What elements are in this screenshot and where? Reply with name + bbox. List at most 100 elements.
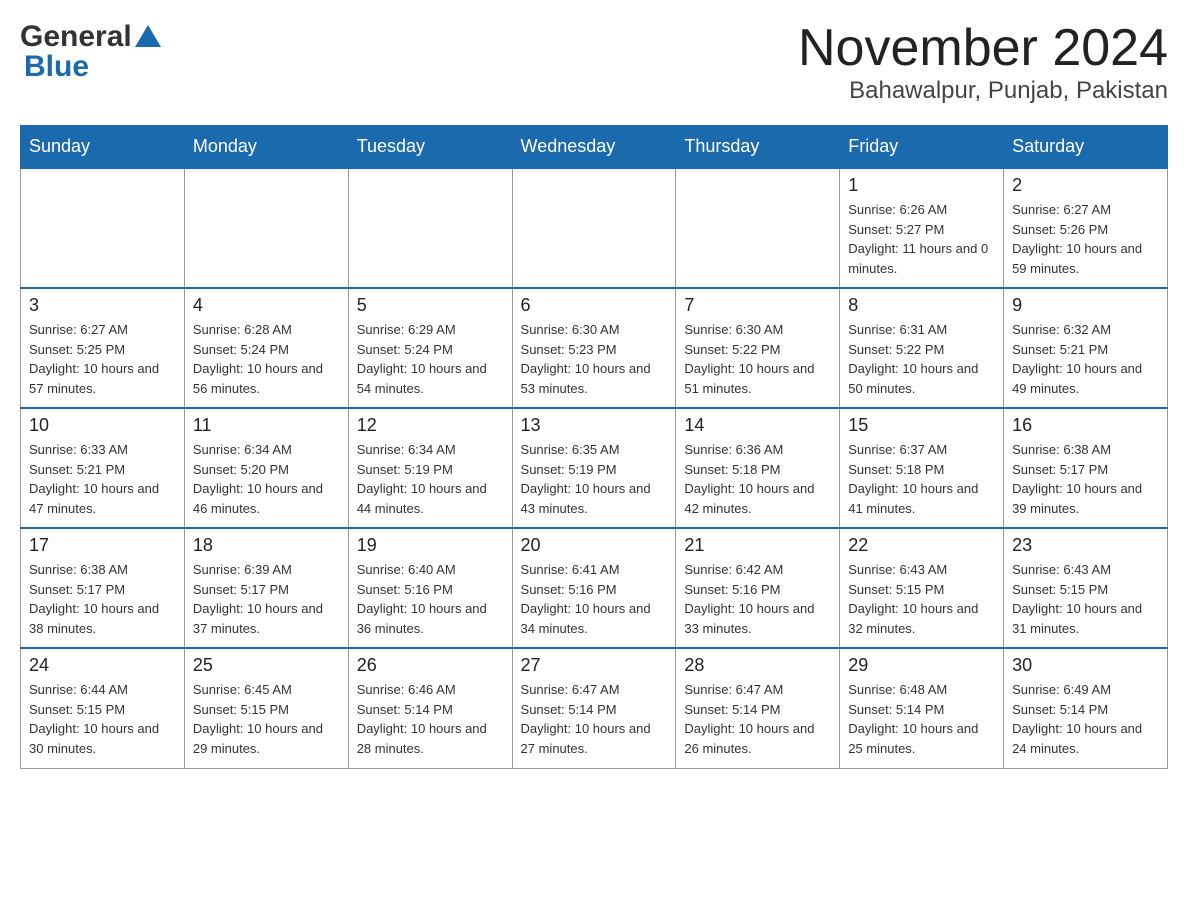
calendar-cell (21, 168, 185, 288)
day-number: 15 (848, 415, 995, 436)
day-of-week-header: Friday (840, 126, 1004, 169)
day-info: Sunrise: 6:46 AM Sunset: 5:14 PM Dayligh… (357, 680, 504, 758)
calendar-cell: 17 Sunrise: 6:38 AM Sunset: 5:17 PM Dayli… (21, 528, 185, 648)
calendar-cell: 16 Sunrise: 6:38 AM Sunset: 5:17 PM Dayli… (1004, 408, 1168, 528)
day-number: 7 (684, 295, 831, 316)
day-number: 25 (193, 655, 340, 676)
day-number: 27 (521, 655, 668, 676)
calendar-cell: 7 Sunrise: 6:30 AM Sunset: 5:22 PM Daylig… (676, 288, 840, 408)
page-subtitle: Bahawalpur, Punjab, Pakistan (798, 77, 1168, 105)
calendar-cell: 25 Sunrise: 6:45 AM Sunset: 5:15 PM Dayli… (184, 648, 348, 768)
calendar-cell: 5 Sunrise: 6:29 AM Sunset: 5:24 PM Daylig… (348, 288, 512, 408)
day-number: 20 (521, 535, 668, 556)
calendar-cell: 11 Sunrise: 6:34 AM Sunset: 5:20 PM Dayli… (184, 408, 348, 528)
day-of-week-header: Sunday (21, 126, 185, 169)
day-number: 4 (193, 295, 340, 316)
day-info: Sunrise: 6:39 AM Sunset: 5:17 PM Dayligh… (193, 560, 340, 638)
day-info: Sunrise: 6:45 AM Sunset: 5:15 PM Dayligh… (193, 680, 340, 758)
day-info: Sunrise: 6:31 AM Sunset: 5:22 PM Dayligh… (848, 320, 995, 398)
day-number: 28 (684, 655, 831, 676)
day-info: Sunrise: 6:33 AM Sunset: 5:21 PM Dayligh… (29, 440, 176, 518)
day-number: 8 (848, 295, 995, 316)
calendar-cell: 6 Sunrise: 6:30 AM Sunset: 5:23 PM Daylig… (512, 288, 676, 408)
day-number: 21 (684, 535, 831, 556)
day-info: Sunrise: 6:35 AM Sunset: 5:19 PM Dayligh… (521, 440, 668, 518)
day-number: 14 (684, 415, 831, 436)
day-number: 30 (1012, 655, 1159, 676)
calendar-cell (184, 168, 348, 288)
logo-triangle-icon (135, 25, 161, 47)
calendar-cell: 9 Sunrise: 6:32 AM Sunset: 5:21 PM Daylig… (1004, 288, 1168, 408)
calendar-table: SundayMondayTuesdayWednesdayThursdayFrid… (20, 125, 1168, 769)
calendar-cell: 1 Sunrise: 6:26 AM Sunset: 5:27 PM Daylig… (840, 168, 1004, 288)
calendar-cell: 13 Sunrise: 6:35 AM Sunset: 5:19 PM Dayli… (512, 408, 676, 528)
day-number: 24 (29, 655, 176, 676)
calendar-cell: 21 Sunrise: 6:42 AM Sunset: 5:16 PM Dayli… (676, 528, 840, 648)
day-info: Sunrise: 6:34 AM Sunset: 5:20 PM Dayligh… (193, 440, 340, 518)
day-info: Sunrise: 6:28 AM Sunset: 5:24 PM Dayligh… (193, 320, 340, 398)
day-of-week-header: Monday (184, 126, 348, 169)
day-info: Sunrise: 6:27 AM Sunset: 5:25 PM Dayligh… (29, 320, 176, 398)
calendar-cell: 14Sunrise: 6:36 AM Sunset: 5:18 PM Dayli… (676, 408, 840, 528)
day-info: Sunrise: 6:43 AM Sunset: 5:15 PM Dayligh… (848, 560, 995, 638)
calendar-cell: 8 Sunrise: 6:31 AM Sunset: 5:22 PM Daylig… (840, 288, 1004, 408)
day-info: Sunrise: 6:37 AM Sunset: 5:18 PM Dayligh… (848, 440, 995, 518)
day-info: Sunrise: 6:30 AM Sunset: 5:23 PM Dayligh… (521, 320, 668, 398)
calendar-cell: 18Sunrise: 6:39 AM Sunset: 5:17 PM Dayli… (184, 528, 348, 648)
calendar-cell: 28Sunrise: 6:47 AM Sunset: 5:14 PM Dayli… (676, 648, 840, 768)
calendar-cell: 24 Sunrise: 6:44 AM Sunset: 5:15 PM Dayli… (21, 648, 185, 768)
day-info: Sunrise: 6:30 AM Sunset: 5:22 PM Dayligh… (684, 320, 831, 398)
day-number: 16 (1012, 415, 1159, 436)
day-number: 17 (29, 535, 176, 556)
day-number: 6 (521, 295, 668, 316)
day-of-week-header: Thursday (676, 126, 840, 169)
page-title: November 2024 (798, 20, 1168, 77)
logo: General Blue (20, 20, 161, 84)
day-of-week-header: Wednesday (512, 126, 676, 169)
day-info: Sunrise: 6:26 AM Sunset: 5:27 PM Dayligh… (848, 200, 995, 278)
calendar-cell (676, 168, 840, 288)
day-number: 9 (1012, 295, 1159, 316)
day-of-week-header: Saturday (1004, 126, 1168, 169)
day-number: 2 (1012, 175, 1159, 196)
day-info: Sunrise: 6:32 AM Sunset: 5:21 PM Dayligh… (1012, 320, 1159, 398)
day-number: 3 (29, 295, 176, 316)
day-info: Sunrise: 6:40 AM Sunset: 5:16 PM Dayligh… (357, 560, 504, 638)
calendar-cell: 23Sunrise: 6:43 AM Sunset: 5:15 PM Dayli… (1004, 528, 1168, 648)
day-info: Sunrise: 6:38 AM Sunset: 5:17 PM Dayligh… (29, 560, 176, 638)
calendar-cell (512, 168, 676, 288)
calendar-cell (348, 168, 512, 288)
calendar-cell: 12 Sunrise: 6:34 AM Sunset: 5:19 PM Dayli… (348, 408, 512, 528)
day-number: 5 (357, 295, 504, 316)
day-number: 22 (848, 535, 995, 556)
day-number: 26 (357, 655, 504, 676)
day-number: 13 (521, 415, 668, 436)
day-info: Sunrise: 6:44 AM Sunset: 5:15 PM Dayligh… (29, 680, 176, 758)
day-info: Sunrise: 6:48 AM Sunset: 5:14 PM Dayligh… (848, 680, 995, 758)
day-info: Sunrise: 6:29 AM Sunset: 5:24 PM Dayligh… (357, 320, 504, 398)
day-info: Sunrise: 6:47 AM Sunset: 5:14 PM Dayligh… (521, 680, 668, 758)
calendar-cell: 15 Sunrise: 6:37 AM Sunset: 5:18 PM Dayli… (840, 408, 1004, 528)
calendar-cell: 30 Sunrise: 6:49 AM Sunset: 5:14 PM Dayli… (1004, 648, 1168, 768)
day-number: 29 (848, 655, 995, 676)
logo-blue-text: Blue (24, 50, 89, 84)
logo-general-text: General (20, 20, 132, 54)
title-block: November 2024 Bahawalpur, Punjab, Pakist… (798, 20, 1168, 105)
page-header: General Blue November 2024 Bahawalpur, P… (20, 20, 1168, 105)
day-number: 1 (848, 175, 995, 196)
day-number: 10 (29, 415, 176, 436)
calendar-cell: 27 Sunrise: 6:47 AM Sunset: 5:14 PM Dayli… (512, 648, 676, 768)
day-number: 12 (357, 415, 504, 436)
calendar-cell: 20 Sunrise: 6:41 AM Sunset: 5:16 PM Dayli… (512, 528, 676, 648)
day-info: Sunrise: 6:38 AM Sunset: 5:17 PM Dayligh… (1012, 440, 1159, 518)
day-info: Sunrise: 6:42 AM Sunset: 5:16 PM Dayligh… (684, 560, 831, 638)
day-number: 11 (193, 415, 340, 436)
calendar-cell: 10 Sunrise: 6:33 AM Sunset: 5:21 PM Dayli… (21, 408, 185, 528)
day-info: Sunrise: 6:41 AM Sunset: 5:16 PM Dayligh… (521, 560, 668, 638)
calendar-cell: 3 Sunrise: 6:27 AM Sunset: 5:25 PM Daylig… (21, 288, 185, 408)
day-number: 19 (357, 535, 504, 556)
day-info: Sunrise: 6:34 AM Sunset: 5:19 PM Dayligh… (357, 440, 504, 518)
calendar-cell: 26 Sunrise: 6:46 AM Sunset: 5:14 PM Dayli… (348, 648, 512, 768)
calendar-cell: 19 Sunrise: 6:40 AM Sunset: 5:16 PM Dayli… (348, 528, 512, 648)
day-info: Sunrise: 6:49 AM Sunset: 5:14 PM Dayligh… (1012, 680, 1159, 758)
